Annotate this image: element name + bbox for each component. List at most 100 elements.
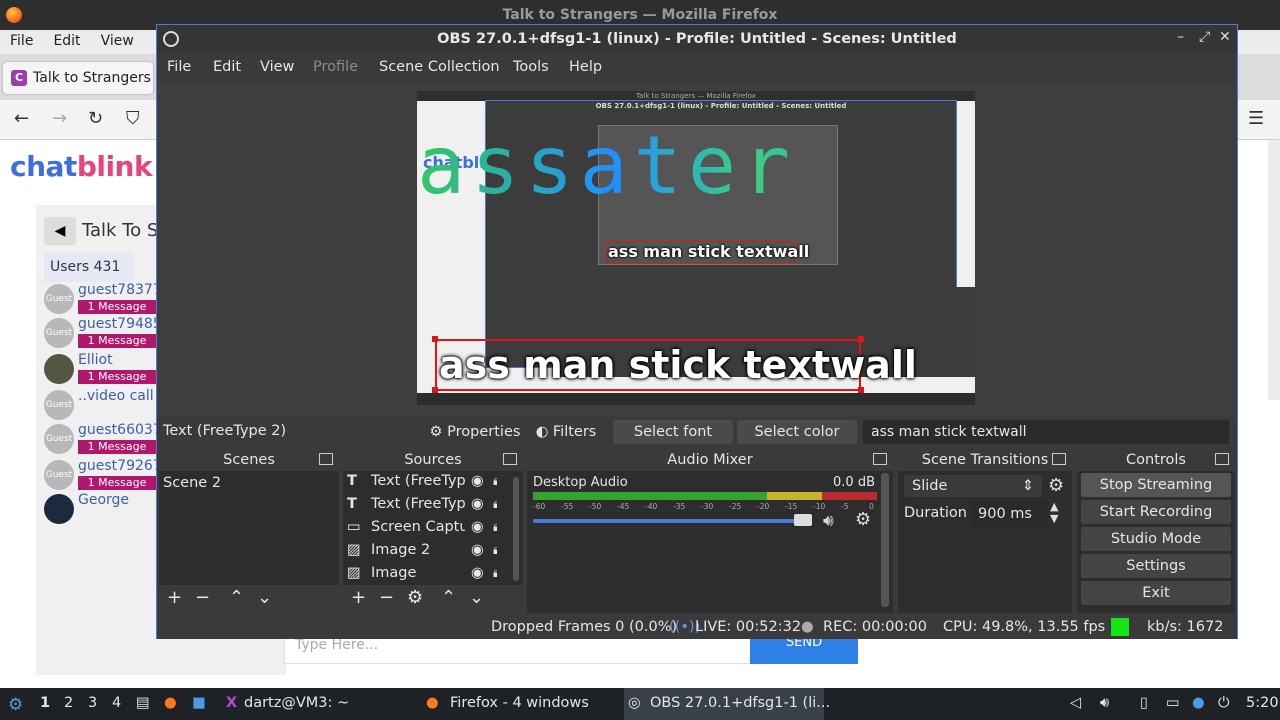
resize-handle[interactable] <box>858 336 864 342</box>
workspace-2[interactable]: 2 <box>64 695 73 711</box>
file-manager-icon[interactable]: ▤ <box>136 695 150 711</box>
visibility-eye-icon[interactable]: ◉ <box>471 473 484 489</box>
scene-list-item[interactable]: Scene 2 <box>163 475 221 491</box>
move-up-icon[interactable]: ⌃ <box>229 587 244 608</box>
gear-icon[interactable]: ⚙ <box>855 509 871 530</box>
move-down-icon[interactable]: ⌄ <box>469 587 484 608</box>
menu-scene-collection[interactable]: Scene Collection <box>379 59 500 75</box>
ff-menu-view[interactable]: View <box>91 30 144 52</box>
settings-button[interactable]: Settings <box>1081 554 1231 578</box>
menu-edit[interactable]: Edit <box>213 59 241 75</box>
lock-icon[interactable]: 🔒︎ <box>493 496 497 512</box>
user-list-item[interactable]: Guest guest794851 1 Message <box>44 316 171 352</box>
user-list-item[interactable]: Guest ..video call s <box>44 388 165 424</box>
task-terminal[interactable]: dartz@VM3: ~ <box>244 695 349 711</box>
close-icon[interactable]: ✕ <box>1219 29 1231 45</box>
menu-file[interactable]: File <box>167 59 191 75</box>
source-item[interactable]: TText (FreeType 2)◉🔒︎ <box>347 473 497 495</box>
visibility-eye-icon[interactable]: ◉ <box>471 496 484 512</box>
move-up-icon[interactable]: ⌃ <box>441 587 456 608</box>
remove-icon[interactable]: − <box>195 587 210 608</box>
undock-icon[interactable] <box>503 453 517 465</box>
transition-select[interactable]: Slide ⇕ <box>904 475 1042 497</box>
user-list-item[interactable]: George <box>44 492 156 528</box>
add-icon[interactable]: + <box>167 587 182 608</box>
user-list-item[interactable]: Guest guest792671 1 Message <box>44 458 171 494</box>
workspace-4[interactable]: 4 <box>112 695 121 711</box>
exit-button[interactable]: Exit <box>1081 581 1231 605</box>
menu-view[interactable]: View <box>260 59 294 75</box>
task-obs[interactable]: OBS 27.0.1+dfsg1-1 (li... <box>650 695 830 711</box>
visibility-eye-icon[interactable]: ◉ <box>471 542 484 558</box>
source-item[interactable]: ▨ Image 2 ◉ 🔒︎ <box>347 542 497 564</box>
shield-icon[interactable]: ⛉ <box>126 108 140 129</box>
preview-canvas[interactable]: Talk to Strangers — Mozilla Firefox chat… <box>417 91 975 405</box>
updates-icon[interactable]: ● <box>1192 695 1205 711</box>
clipboard-icon[interactable]: ▯ <box>1140 695 1148 711</box>
workspace-1[interactable]: 1 <box>40 695 50 711</box>
forward-arrow-icon[interactable]: → <box>52 108 67 129</box>
remove-icon[interactable]: − <box>379 587 394 608</box>
stop-streaming-button[interactable]: Stop Streaming <box>1081 473 1231 497</box>
firefox-launcher-icon[interactable]: ● <box>164 695 177 711</box>
add-icon[interactable]: + <box>351 587 366 608</box>
user-list-item[interactable]: Guest guest660371 1 Message <box>44 422 171 458</box>
menu-profile[interactable]: Profile <box>313 59 358 75</box>
lock-icon[interactable]: 🔒︎ <box>493 519 497 535</box>
start-menu-icon[interactable]: ⚙ <box>8 695 23 715</box>
display-icon[interactable]: ▭ <box>1166 695 1180 711</box>
user-list-item[interactable]: Elliot 1 Message <box>44 352 156 388</box>
start-recording-button[interactable]: Start Recording <box>1081 500 1231 524</box>
ff-menu-file[interactable]: File <box>0 30 43 52</box>
volume-slider[interactable] <box>533 519 803 523</box>
undock-icon[interactable] <box>1052 453 1066 465</box>
menu-help[interactable]: Help <box>569 59 602 75</box>
back-arrow-icon[interactable]: ← <box>14 108 29 129</box>
task-firefox[interactable]: Firefox - 4 windows <box>450 695 589 711</box>
minimize-icon[interactable]: – <box>1177 29 1184 45</box>
terminal-launcher-icon[interactable]: ■ <box>192 695 206 711</box>
scrollbar[interactable] <box>513 477 519 581</box>
filters-button[interactable]: ◐ Filters <box>531 420 601 444</box>
visibility-eye-icon[interactable]: ◉ <box>471 565 484 581</box>
resize-handle[interactable] <box>432 336 438 342</box>
chevron-left-icon[interactable]: ◀ <box>44 217 76 245</box>
studio-mode-button[interactable]: Studio Mode <box>1081 527 1231 551</box>
lock-icon[interactable]: 🔒︎ <box>493 542 497 558</box>
undock-icon[interactable] <box>1215 453 1229 465</box>
select-font-button[interactable]: Select font <box>613 420 733 444</box>
volume-icon[interactable]: 🔊︎ <box>1100 695 1109 711</box>
speaker-icon[interactable]: 🔊︎ <box>823 511 834 531</box>
source-text-input[interactable]: ass man stick textwall <box>863 420 1229 444</box>
users-tab[interactable]: Users 431 <box>44 252 134 282</box>
ff-menu-edit[interactable]: Edit <box>43 30 90 52</box>
chatblink-logo[interactable]: chatblink <box>10 150 153 183</box>
source-item[interactable]: ▨ Image ◉ 🔒︎ <box>347 565 497 587</box>
move-down-icon[interactable]: ⌄ <box>257 587 272 608</box>
lock-icon[interactable]: 🔒︎ <box>493 473 497 489</box>
tab-talk-to-strangers[interactable]: C Talk to Strangers <box>3 62 153 94</box>
menu-tools[interactable]: Tools <box>513 59 549 75</box>
undock-icon[interactable] <box>319 453 333 465</box>
lock-icon[interactable]: 🔒︎ <box>493 565 497 581</box>
gear-icon[interactable]: ⚙ <box>407 587 423 608</box>
volume-slider-handle[interactable] <box>793 514 812 526</box>
select-color-button[interactable]: Select color <box>737 420 857 444</box>
visibility-eye-icon[interactable]: ◉ <box>471 519 484 535</box>
duration-input[interactable]: 900 ms <box>972 501 1048 527</box>
gear-icon[interactable]: ⚙ <box>1048 475 1064 496</box>
source-item[interactable]: TText (FreeType 2)◉🔒︎ <box>347 496 497 518</box>
spinner-icon[interactable]: ▲ ▼ <box>1050 501 1058 525</box>
network-icon[interactable]: ◁ <box>1070 695 1081 711</box>
scrollbar[interactable] <box>1268 140 1280 400</box>
scrollbar[interactable] <box>881 473 889 607</box>
preview-overlay-text-selected[interactable]: ass man stick textwall <box>435 339 917 391</box>
workspace-3[interactable]: 3 <box>88 695 97 711</box>
hamburger-menu-icon[interactable]: ☰ <box>1248 108 1264 129</box>
undock-icon[interactable] <box>873 453 887 465</box>
maximize-icon[interactable]: ⤢ <box>1199 29 1210 45</box>
source-item[interactable]: ▭Screen Capture◉🔒︎ <box>347 519 497 541</box>
power-icon[interactable]: ⏻ <box>1218 695 1229 711</box>
reload-icon[interactable]: ↻ <box>88 108 103 129</box>
user-list-item[interactable]: Guest guest783771 1 Message <box>44 282 171 318</box>
